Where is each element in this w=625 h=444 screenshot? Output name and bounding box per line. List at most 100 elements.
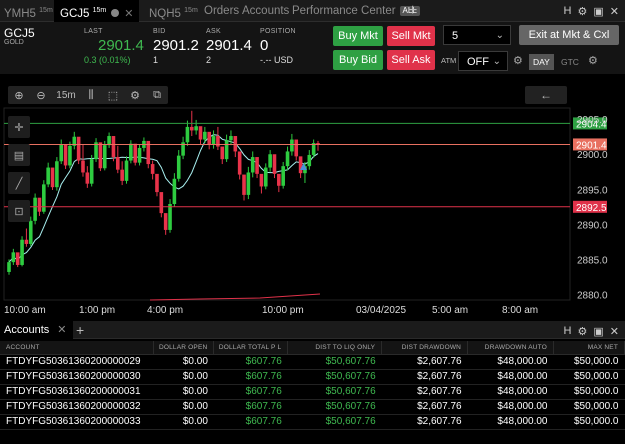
sell-ask-button[interactable]: Sell Ask xyxy=(387,50,435,70)
column-header[interactable]: DOLLAR TOTAL P L xyxy=(213,341,289,355)
max-net-cell: $50,000.0 xyxy=(553,354,625,370)
select-area-icon[interactable]: ⬚ xyxy=(102,86,124,104)
column-header[interactable]: DIST DRAWDOWN xyxy=(381,341,469,355)
exit-at-market-cancel-button[interactable]: Exit at Mkt & Cxl xyxy=(519,25,619,45)
candle-body xyxy=(137,147,142,163)
table-row[interactable]: FTDYFG50361360200000033 $0.00 $607.76 $50,6… xyxy=(0,414,625,430)
lock-icon[interactable]: ⊡ xyxy=(8,200,30,222)
tif-gtc-toggle[interactable]: GTC xyxy=(557,54,583,70)
close-tab-icon[interactable]: ✕ xyxy=(124,8,133,20)
candle-body xyxy=(98,142,103,169)
table-row[interactable]: FTDYFG50361360200000031 $0.00 $607.76 $50,6… xyxy=(0,384,625,400)
candle-body xyxy=(246,172,251,195)
price-axis-label: 2885.0 xyxy=(577,255,608,266)
dist-to-liq-cell: $50,607.76 xyxy=(287,354,382,370)
table-row[interactable]: FTDYFG50361360200000030 $0.00 $607.76 $50,6… xyxy=(0,369,625,385)
accounts-title: Accounts xyxy=(4,324,50,336)
candle-body xyxy=(68,145,72,166)
dollar-open-cell: $0.00 xyxy=(153,414,214,430)
zoom-out-icon[interactable]: ⊖ xyxy=(30,86,52,104)
tab-label: NQH5 xyxy=(149,8,181,20)
crosshair-icon[interactable]: ✛ xyxy=(8,116,30,138)
back-to-live-arrow-icon[interactable]: ← xyxy=(525,86,567,104)
chart-toolbar: ⊕ ⊖ 15m ⫼ ⬚ ⚙ ⧉ xyxy=(8,86,168,104)
draw-line-icon[interactable]: ╱ xyxy=(8,172,30,194)
column-header[interactable]: DIST TO LIQ ONLY xyxy=(287,341,383,355)
tab-performance-center[interactable]: Performance Center ALL xyxy=(292,0,420,22)
indicators-icon[interactable]: ⧉ xyxy=(146,86,168,104)
column-header[interactable]: DRAWDOWN AUTO xyxy=(467,341,554,355)
interval-selector[interactable]: 15m xyxy=(52,86,80,104)
candle-body xyxy=(50,167,55,188)
candle-body xyxy=(233,136,238,152)
layout-icon[interactable]: ▣ xyxy=(593,325,603,338)
candle-body xyxy=(268,154,272,168)
tab-orders[interactable]: Orders xyxy=(204,0,239,22)
candle-body xyxy=(11,252,16,263)
price-axis-label: 2890.0 xyxy=(577,220,608,231)
tab-label: Performance Center xyxy=(292,5,396,17)
close-icon[interactable]: ✕ xyxy=(610,5,619,18)
candle-body xyxy=(7,262,11,272)
column-header[interactable]: MAX NET xyxy=(553,341,625,355)
sell-market-button[interactable]: Sell Mkt xyxy=(387,26,435,46)
max-net-cell: $50,000.0 xyxy=(553,399,625,415)
candle-body xyxy=(207,131,211,145)
accounts-tab[interactable]: Accounts ✕ xyxy=(0,321,74,339)
table-row[interactable]: FTDYFG50361360200000029 $0.00 $607.76 $50,6… xyxy=(0,354,625,370)
candle-body xyxy=(259,173,264,187)
close-icon[interactable]: ✕ xyxy=(610,325,619,338)
table-row[interactable]: FTDYFG50361360200000032 $0.00 $607.76 $50,6… xyxy=(0,399,625,415)
candle-body xyxy=(220,146,225,160)
tab-gcj5[interactable]: GCJ5 15m ✕ xyxy=(54,0,140,22)
order-settings-gear-icon[interactable]: ⚙ xyxy=(588,54,598,67)
price-axis-label: 2880.0 xyxy=(577,290,608,301)
atm-label: ATM xyxy=(441,56,457,65)
price-axis-label: 2905.0 xyxy=(577,115,608,126)
help-icon[interactable]: H xyxy=(564,5,572,17)
unsaved-dot-icon xyxy=(111,9,120,17)
dist-to-liq-cell: $50,607.76 xyxy=(287,414,382,430)
gear-icon[interactable]: ⚙ xyxy=(578,325,588,338)
accounts-panel-header: Accounts ✕ + H ⚙ ▣ ✕ xyxy=(0,321,625,339)
time-axis-label: 03/04/2025 xyxy=(356,305,406,316)
add-panel-icon[interactable]: + xyxy=(76,320,84,340)
column-header[interactable]: DOLLAR OPEN xyxy=(153,341,215,355)
candle-body xyxy=(298,156,303,174)
candle-body xyxy=(59,144,64,162)
zoom-in-icon[interactable]: ⊕ xyxy=(8,86,30,104)
help-icon[interactable]: H xyxy=(564,325,572,337)
notes-icon[interactable]: ▤ xyxy=(8,144,30,166)
atm-select[interactable]: OFF ⌄ xyxy=(458,51,508,71)
tab-nqh5[interactable]: NQH5 15m xyxy=(149,0,198,22)
chart-settings-gear-icon[interactable]: ⚙ xyxy=(124,86,146,104)
dist-drawdown-cell: $2,607.76 xyxy=(381,384,468,400)
candle-body xyxy=(255,157,259,174)
tab-interval: 15m xyxy=(39,7,53,14)
gear-icon[interactable]: ⚙ xyxy=(578,5,588,18)
add-tab-icon[interactable]: + xyxy=(408,1,417,21)
tif-day-toggle[interactable]: DAY xyxy=(529,54,554,70)
column-header[interactable]: ACCOUNT xyxy=(0,341,155,355)
candle-body xyxy=(211,136,216,145)
tab-ymh5[interactable]: YMH5 15m xyxy=(4,0,53,22)
time-axis-label: 8:00 am xyxy=(502,305,538,316)
layout-icon[interactable]: ▣ xyxy=(593,5,603,18)
candle-body xyxy=(307,154,312,167)
buy-bid-button[interactable]: Buy Bid xyxy=(333,50,383,70)
candle-body xyxy=(285,151,290,167)
drawdown-auto-cell: $48,000.00 xyxy=(467,384,554,400)
total-pnl-cell: $607.76 xyxy=(213,414,288,430)
tab-accounts[interactable]: Accounts xyxy=(242,0,289,22)
candle-body xyxy=(129,143,133,161)
candle-type-icon[interactable]: ⫼ xyxy=(80,86,102,104)
candle-body xyxy=(85,172,90,184)
buy-market-button[interactable]: Buy Mkt xyxy=(333,26,383,46)
atm-settings-gear-icon[interactable]: ⚙ xyxy=(513,54,523,67)
total-pnl-cell: $607.76 xyxy=(213,354,288,370)
price-chart[interactable]: 2904.42901.42892.5 2905.02900.02895.0289… xyxy=(0,84,625,318)
quantity-field[interactable]: 5 ⌄ xyxy=(443,25,511,45)
candle-body xyxy=(281,166,285,186)
close-tab-icon[interactable]: ✕ xyxy=(57,324,66,336)
account-id-cell: FTDYFG50361360200000030 xyxy=(0,369,154,385)
